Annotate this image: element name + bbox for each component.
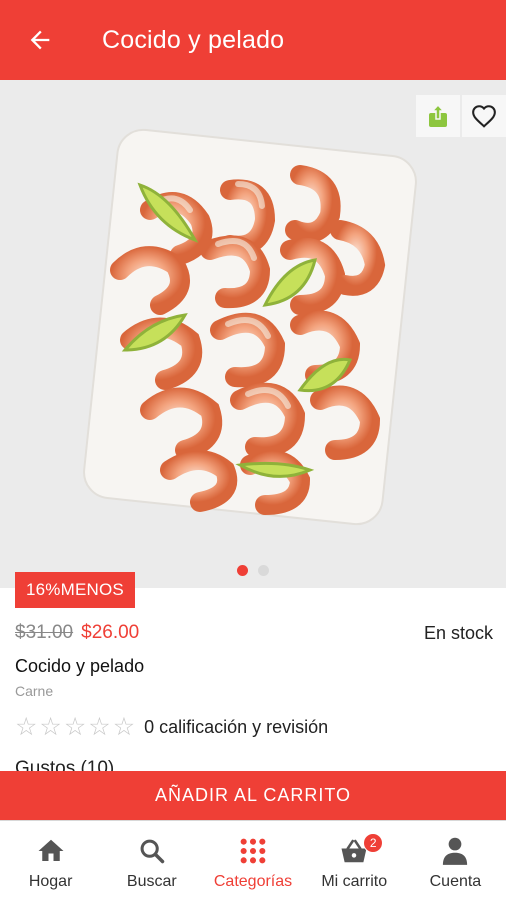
star-outline-icon: ☆ bbox=[112, 713, 136, 741]
arrow-back-icon bbox=[30, 30, 50, 50]
star-outline-icon: ☆ bbox=[63, 713, 87, 741]
nav-item-home[interactable]: Hogar bbox=[0, 821, 101, 900]
nav-label: Cuenta bbox=[429, 873, 482, 890]
nav-item-cart[interactable]: 2 Mi carrito bbox=[304, 821, 405, 900]
sale-price: $26.00 bbox=[81, 622, 140, 643]
nav-label: Mi carrito bbox=[321, 873, 388, 890]
favorite-button[interactable] bbox=[462, 95, 506, 137]
cart-count-badge: 2 bbox=[363, 833, 384, 853]
nav-item-categories[interactable]: Categorías bbox=[202, 821, 303, 900]
page-dot-active[interactable] bbox=[237, 565, 248, 576]
grid-icon bbox=[240, 838, 266, 864]
app-bar: Cocido y pelado bbox=[0, 0, 506, 80]
product-name: Cocido y pelado bbox=[15, 656, 145, 676]
original-price: $31.00 bbox=[15, 622, 74, 643]
star-outline-icon: ☆ bbox=[88, 713, 111, 741]
share-icon bbox=[429, 104, 447, 127]
share-button[interactable] bbox=[416, 95, 460, 137]
search-icon bbox=[140, 839, 165, 864]
nav-label: Buscar bbox=[126, 873, 177, 890]
bottom-navigation: Hogar Buscar Categorías 2 Mi carrito Cue… bbox=[0, 821, 506, 900]
page-title: Cocido y pelado bbox=[102, 25, 285, 54]
heart-outline-icon bbox=[472, 105, 496, 128]
product-image bbox=[83, 128, 417, 526]
nav-item-search[interactable]: Buscar bbox=[101, 821, 202, 900]
stock-status: En stock bbox=[423, 622, 493, 643]
page-dot[interactable] bbox=[258, 565, 269, 576]
person-icon bbox=[443, 837, 468, 865]
nav-label: Hogar bbox=[28, 873, 73, 890]
home-icon bbox=[38, 839, 64, 861]
discount-badge: 16%MENOS bbox=[15, 572, 135, 608]
rating-summary: 0 calificación y revisión bbox=[144, 716, 329, 737]
rating-stars: ☆ ☆ ☆ ☆ ☆ bbox=[15, 713, 135, 741]
price-row: $31.00 $26.00 En stock bbox=[15, 622, 493, 644]
back-button[interactable] bbox=[0, 0, 80, 80]
star-outline-icon: ☆ bbox=[39, 713, 62, 741]
nav-label: Categorías bbox=[213, 873, 293, 890]
product-category: Carne bbox=[15, 683, 54, 699]
nav-item-account[interactable]: Cuenta bbox=[405, 821, 506, 900]
add-to-cart-button[interactable]: AÑADIR AL CARRITO bbox=[0, 771, 506, 821]
rating-row[interactable]: ☆ ☆ ☆ ☆ ☆ 0 calificación y revisión bbox=[15, 713, 328, 741]
star-outline-icon: ☆ bbox=[15, 713, 38, 741]
product-image-gallery[interactable] bbox=[0, 80, 506, 588]
